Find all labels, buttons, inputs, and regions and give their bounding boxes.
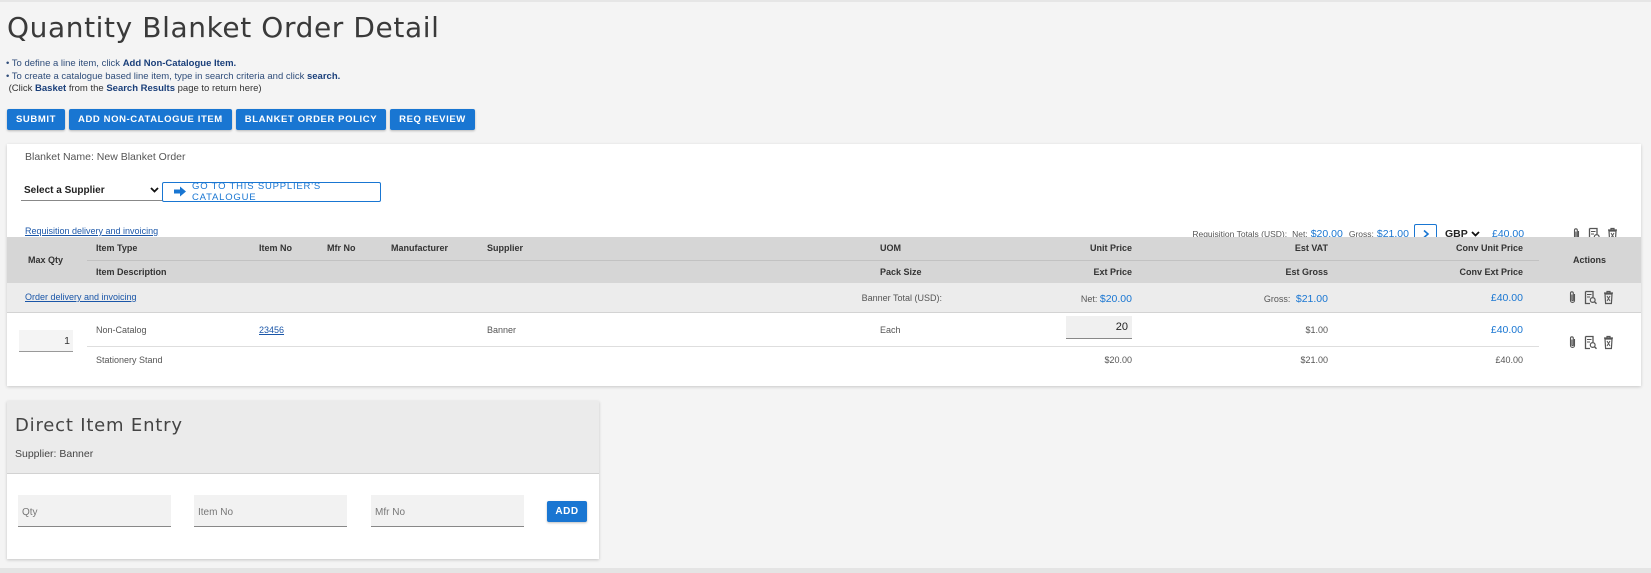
item-supplier: Banner: [487, 325, 517, 335]
header-est-gross: Est Gross: [1285, 267, 1328, 277]
paperclip-icon[interactable]: [1566, 290, 1579, 305]
header-item-no: Item No: [259, 243, 293, 253]
instruction-emphasis: Search Results: [106, 83, 175, 94]
qty-input[interactable]: Qty: [18, 495, 171, 527]
chevron-down-icon: [149, 184, 160, 198]
instruction-text: • To create a catalogue based line item,…: [6, 70, 307, 82]
instruction-text: (Click: [8, 83, 36, 94]
order-actions: [1566, 290, 1615, 305]
page-title: Quantity Blanket Order Detail: [7, 11, 440, 44]
grid-header: Max Qty Item Type Item No Mfr No Manufac…: [7, 237, 1641, 283]
item-actions: [1566, 335, 1615, 350]
supplier-select[interactable]: Select a Supplier: [21, 180, 164, 201]
blanket-order-card: Blanket Name: New Blanket Order Select a…: [7, 144, 1641, 386]
direct-entry-header: Direct Item Entry Supplier: Banner: [7, 401, 599, 474]
delete-icon[interactable]: [1602, 290, 1615, 305]
add-button[interactable]: ADD: [547, 501, 587, 522]
direct-entry-supplier: Supplier: Banner: [15, 448, 94, 460]
header-max-qty: Max Qty: [28, 255, 64, 265]
item-conv-unit-price: £40.00: [1490, 324, 1523, 336]
order-gross: Gross: $21.00: [1207, 293, 1328, 305]
direct-item-entry-panel: Direct Item Entry Supplier: Banner Qty I…: [7, 401, 599, 559]
blanket-order-policy-button[interactable]: BLANKET ORDER POLICY: [235, 109, 387, 130]
blanket-name-label: Blanket Name:: [25, 151, 94, 163]
header-actions: Actions: [1573, 255, 1607, 265]
order-gross-value: $21.00: [1295, 293, 1328, 305]
mfr-no-input[interactable]: Mfr No: [371, 495, 524, 527]
instruction-text: • To define a line item, click: [6, 58, 123, 69]
submit-button[interactable]: SUBMIT: [7, 109, 66, 130]
item-no-input[interactable]: Item No: [194, 495, 347, 527]
order-delivery-link[interactable]: Order delivery and invoicing: [25, 292, 137, 302]
blanket-name-value: New Blanket Order: [96, 151, 186, 163]
go-to-catalogue-label: GO TO THIS SUPPLIER'S CATALOGUE: [192, 181, 321, 203]
item-est-vat: $1.00: [1305, 325, 1328, 335]
toolbar: SUBMIT ADD NON-CATALOGUE ITEM BLANKET OR…: [7, 109, 475, 130]
table-row: 1 Non-Catalog 23456 Banner Each 20 $1.00…: [7, 313, 1641, 386]
header-conv-ext-price: Conv Ext Price: [1459, 267, 1523, 277]
req-review-button[interactable]: REQ REVIEW: [390, 109, 475, 130]
max-qty-input[interactable]: 1: [19, 330, 73, 352]
banner-total-label: Banner Total (USD):: [861, 293, 942, 303]
header-unit-price: Unit Price: [1089, 243, 1132, 253]
top-border: [0, 0, 1651, 2]
document-search-icon[interactable]: [1584, 290, 1597, 305]
paperclip-icon[interactable]: [1566, 335, 1579, 350]
item-uom: Each: [880, 325, 901, 335]
item-ext-price: $20.00: [1104, 355, 1132, 365]
go-to-supplier-catalogue-button[interactable]: GO TO THIS SUPPLIER'S CATALOGUE: [162, 181, 381, 203]
header-conv-unit-price: Conv Unit Price: [1455, 243, 1523, 253]
order-summary-row: Order delivery and invoicing Banner Tota…: [7, 283, 1641, 313]
header-manufacturer: Manufacturer: [391, 243, 449, 253]
instructions: • To define a line item, click Add Non-C…: [6, 58, 340, 96]
direct-entry-title: Direct Item Entry: [15, 415, 183, 436]
document-search-icon[interactable]: [1584, 335, 1597, 350]
order-converted-total: £40.00: [1490, 292, 1523, 304]
instruction-line-1: • To define a line item, click Add Non-C…: [6, 58, 340, 71]
grid-header-divider: [87, 260, 1539, 261]
header-item-description: Item Description: [96, 267, 167, 277]
delete-icon[interactable]: [1602, 335, 1615, 350]
instruction-emphasis: Add Non-Catalogue Item.: [122, 58, 237, 69]
blanket-name: Blanket Name: New Blanket Order: [25, 151, 186, 163]
header-supplier: Supplier: [487, 243, 524, 253]
requisition-delivery-link[interactable]: Requisition delivery and invoicing: [25, 226, 158, 236]
instruction-emphasis: search.: [306, 70, 341, 82]
header-ext-price: Ext Price: [1093, 267, 1132, 277]
bottom-border: [0, 568, 1651, 573]
item-description: Stationery Stand: [96, 355, 163, 365]
item-no-link[interactable]: 23456: [259, 325, 284, 335]
instruction-text: page to return here): [174, 83, 262, 94]
order-gross-label: Gross:: [1263, 294, 1291, 304]
item-est-gross: $21.00: [1300, 355, 1328, 365]
supplier-select-value: Select a Supplier: [24, 184, 105, 196]
instruction-text: from the: [66, 83, 107, 94]
row-divider: [87, 346, 1539, 347]
instruction-line-2: • To create a catalogue based line item,…: [6, 71, 340, 84]
order-net: Net: $20.00: [1047, 293, 1132, 305]
header-pack-size: Pack Size: [880, 267, 922, 277]
header-item-type: Item Type: [96, 243, 138, 253]
add-non-catalogue-item-button[interactable]: ADD NON-CATALOGUE ITEM: [69, 109, 232, 130]
header-uom: UOM: [880, 243, 901, 253]
instruction-emphasis: Basket: [35, 83, 67, 94]
instruction-line-3: (Click Basket from the Search Results pa…: [6, 83, 340, 96]
item-conv-ext-price: £40.00: [1495, 355, 1523, 365]
arrow-right-icon: [173, 185, 187, 200]
unit-price-input[interactable]: 20: [1066, 316, 1132, 339]
header-mfr-no: Mfr No: [327, 243, 356, 253]
header-est-vat: Est VAT: [1294, 243, 1328, 253]
item-type: Non-Catalog: [96, 325, 147, 335]
order-net-label: Net:: [1080, 294, 1098, 304]
order-net-value: $20.00: [1099, 293, 1132, 305]
